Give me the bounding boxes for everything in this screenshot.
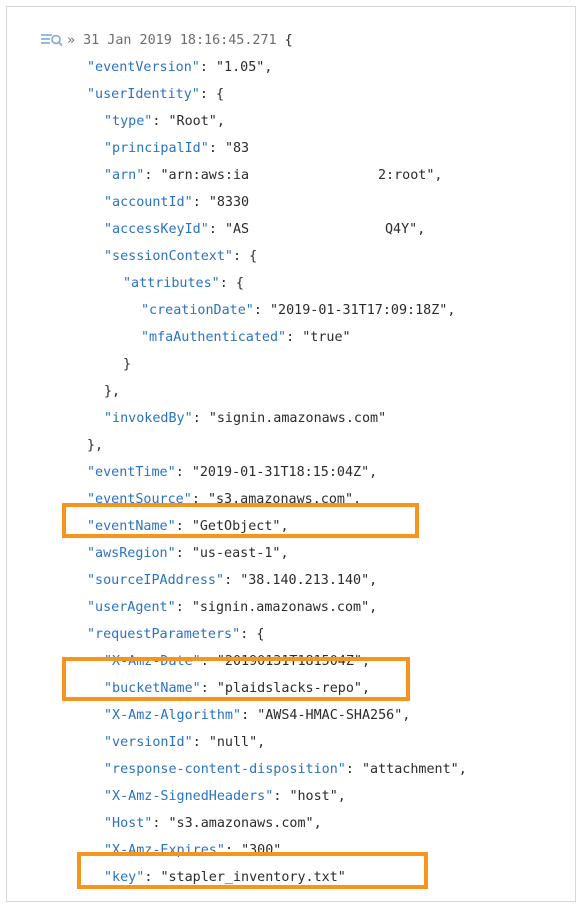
close-brace-userIdentity: }, xyxy=(87,438,104,453)
field-arn-suffix: 2:root", xyxy=(378,168,443,183)
close-brace-sessionContext: }, xyxy=(104,384,121,399)
field-awsRegion: "awsRegion": "us-east-1", xyxy=(87,546,289,561)
field-xAmzSignedHeaders: "X-Amz-SignedHeaders": "host", xyxy=(104,789,346,804)
field-userIdentity: "userIdentity": { xyxy=(87,87,225,102)
redaction-mask xyxy=(269,221,379,239)
field-xAmzDate: "X-Amz-Date": "20190131T181504Z", xyxy=(104,654,371,669)
field-sessionContext: "sessionContext": { xyxy=(104,249,258,264)
field-creationDate: "creationDate": "2019-01-31T17:09:18Z", xyxy=(141,303,456,318)
field-type: "type": "Root", xyxy=(104,114,225,129)
expand-arrow[interactable]: » xyxy=(67,33,75,48)
field-attributes: "attributes": { xyxy=(123,276,244,291)
field-bucketName: "bucketName": "plaidslacks-repo", xyxy=(104,681,371,696)
close-brace-attributes: } xyxy=(123,357,132,372)
log-panel: » 31 Jan 2019 18:16:45.271 { "eventVersi… xyxy=(6,6,576,902)
field-sourceIPAddress: "sourceIPAddress": "38.140.213.140", xyxy=(87,573,378,588)
field-accessKeyId: "accessKeyId": "AS xyxy=(104,222,250,237)
field-xAmzExpires: "X-Amz-Expires": "300", xyxy=(104,843,290,858)
field-versionId: "versionId": "null", xyxy=(104,735,266,750)
field-requestParameters: "requestParameters": { xyxy=(87,627,265,642)
field-key: "key": "stapler_inventory.txt" xyxy=(104,870,346,885)
field-invokedBy: "invokedBy": "signin.amazonaws.com" xyxy=(104,411,387,426)
log-header: » 31 Jan 2019 18:16:45.271 { xyxy=(67,33,293,48)
redaction-mask xyxy=(253,167,371,185)
field-accessKeyId-suffix: Q4Y", xyxy=(385,222,426,237)
redaction-mask xyxy=(253,140,373,158)
redaction-mask xyxy=(253,194,373,212)
field-userAgent: "userAgent": "signin.amazonaws.com", xyxy=(87,600,378,615)
field-mfaAuthenticated: "mfaAuthenticated": "true" xyxy=(141,330,351,345)
field-eventTime: "eventTime": "2019-01-31T18:15:04Z", xyxy=(87,465,378,480)
log-timestamp: 31 Jan 2019 18:16:45.271 xyxy=(83,33,277,48)
field-xAmzAlgorithm: "X-Amz-Algorithm": "AWS4-HMAC-SHA256", xyxy=(104,708,411,723)
field-principalId: "principalId": "83 xyxy=(104,141,250,156)
field-eventSource: "eventSource": "s3.amazonaws.com", xyxy=(87,492,362,507)
field-eventName: "eventName": "GetObject", xyxy=(87,519,289,534)
field-accountId: "accountId": "8330 xyxy=(104,195,250,210)
field-arn: "arn": "arn:aws:ia xyxy=(104,168,250,183)
field-eventVersion: "eventVersion": "1.05", xyxy=(87,60,273,75)
field-responseContentDisposition: "response-content-disposition": "attachm… xyxy=(104,762,467,777)
expand-search-icon[interactable] xyxy=(41,33,63,47)
field-host: "Host": "s3.amazonaws.com", xyxy=(104,816,322,831)
